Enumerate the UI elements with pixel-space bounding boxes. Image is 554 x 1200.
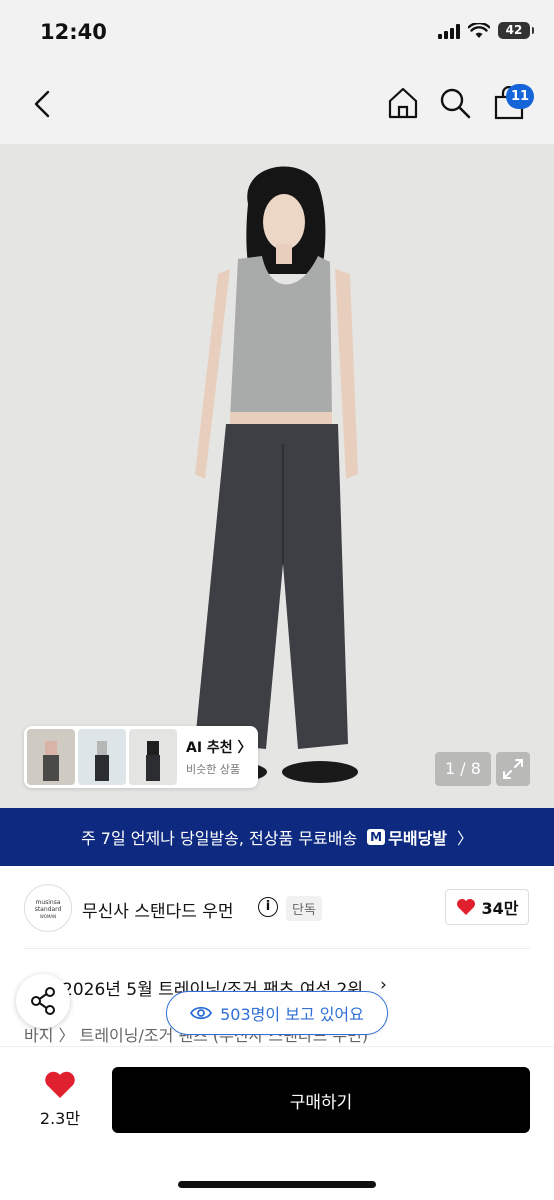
cart-count-badge: 11 [506,84,535,109]
viewers-indicator: 503명이 보고 있어요 [166,991,388,1035]
status-bar: 12:40 42 [0,0,554,66]
expand-button[interactable] [496,752,530,786]
share-icon [31,987,55,1015]
brand-row[interactable]: musinsa standard WOMAN 무신사 스탠다드 우먼 i 단독 … [0,876,554,942]
product-image[interactable]: AI 추천 〉 비슷한 상품 1 / 8 [0,144,554,808]
thumbnail-image[interactable] [27,729,75,785]
eye-icon [190,1006,213,1020]
delivery-banner-text: 주 7일 언제나 당일발송, 전상품 무료배송 [80,829,358,848]
free-delivery-badge: M 무배당발 [367,825,447,849]
product-like-button[interactable]: 2.3만 [30,1071,90,1129]
bottom-action-bar: 2.3만 구매하기 [0,1046,554,1200]
brand-logo-line: standard [34,906,62,913]
home-icon[interactable] [386,86,420,120]
status-time: 12:40 [40,20,107,44]
ai-recommend-text[interactable]: AI 추천 〉 비슷한 상품 [186,737,252,777]
brand-like-count: 34만 [481,899,519,918]
delivery-banner[interactable]: 주 7일 언제나 당일발송, 전상품 무료배송 M 무배당발 〉 [0,808,554,866]
share-button[interactable] [16,974,70,1028]
chevron-right-icon: 〉 [457,829,474,848]
truck-icon: M [367,829,386,845]
status-icons: 42 [438,22,534,39]
ai-recommend-title: AI 추천 〉 [186,740,252,756]
signal-icon [438,23,460,39]
wifi-icon [468,22,490,38]
ai-recommend-card[interactable]: AI 추천 〉 비슷한 상품 [24,726,258,788]
back-icon[interactable] [26,86,58,122]
product-photo [0,144,554,808]
thumbnail-image[interactable] [129,729,177,785]
expand-icon [503,759,523,779]
viewers-text: 503명이 보고 있어요 [220,1005,364,1024]
brand-logo-line: WOMAN [39,914,57,919]
buy-button[interactable]: 구매하기 [112,1067,530,1133]
brand-logo[interactable]: musinsa standard WOMAN [24,884,72,932]
brand-logo-line: musinsa [35,899,61,906]
free-delivery-label: 무배당발 [388,829,448,848]
info-icon[interactable]: i [258,897,278,917]
chevron-right-icon: › [380,975,387,995]
brand-like-button[interactable]: 34만 [445,889,529,925]
product-like-count: 2.3만 [39,1109,81,1128]
ai-recommend-subtitle: 비슷한 상품 [186,763,241,776]
divider [24,948,530,949]
battery-icon: 42 [498,22,534,39]
nav-bar [0,66,554,144]
image-counter: 1 / 8 [435,752,491,786]
home-indicator [178,1181,376,1188]
exclusive-badge: 단독 [286,896,322,921]
search-icon[interactable] [438,86,472,120]
thumbnail-image[interactable] [78,729,126,785]
brand-name[interactable]: 무신사 스탠다드 우먼 [82,897,234,922]
heart-icon [45,1071,75,1098]
heart-icon [456,899,475,915]
